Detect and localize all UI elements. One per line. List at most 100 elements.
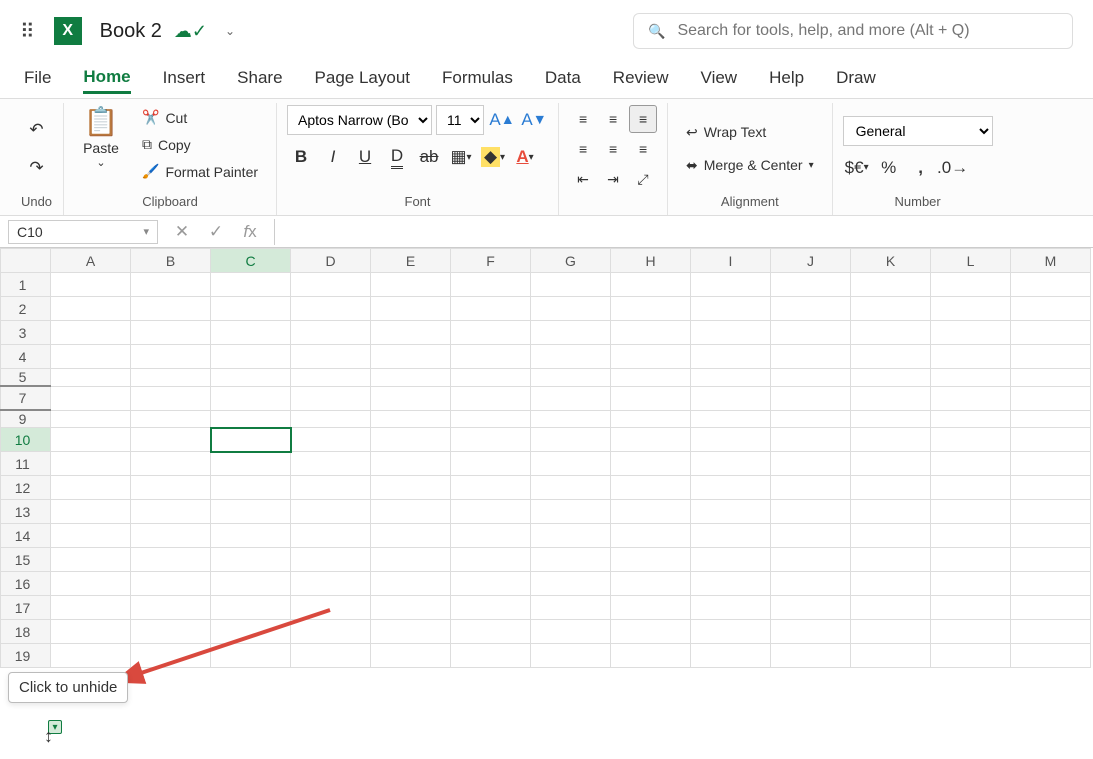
align-top-button[interactable]: ≡ bbox=[569, 105, 597, 133]
tab-share[interactable]: Share bbox=[237, 68, 282, 92]
cell-L19[interactable] bbox=[931, 644, 1011, 668]
cell-D10[interactable] bbox=[291, 428, 371, 452]
cell-B3[interactable] bbox=[131, 321, 211, 345]
cell-L15[interactable] bbox=[931, 548, 1011, 572]
col-header-J[interactable]: J bbox=[771, 249, 851, 273]
cell-L11[interactable] bbox=[931, 452, 1011, 476]
cell-C18[interactable] bbox=[211, 620, 291, 644]
cell-E7[interactable] bbox=[371, 386, 451, 410]
cell-G1[interactable] bbox=[531, 273, 611, 297]
cell-J19[interactable] bbox=[771, 644, 851, 668]
double-underline-button[interactable]: D bbox=[383, 143, 411, 171]
row-header-15[interactable]: 15 bbox=[1, 548, 51, 572]
cell-F4[interactable] bbox=[451, 345, 531, 369]
cell-A2[interactable] bbox=[51, 297, 131, 321]
cell-J1[interactable] bbox=[771, 273, 851, 297]
cell-E1[interactable] bbox=[371, 273, 451, 297]
cell-H5[interactable] bbox=[611, 369, 691, 387]
bold-button[interactable]: B bbox=[287, 143, 315, 171]
row-header-7[interactable]: 7 bbox=[1, 386, 51, 410]
cell-E13[interactable] bbox=[371, 500, 451, 524]
row-header-4[interactable]: 4 bbox=[1, 345, 51, 369]
cell-K18[interactable] bbox=[851, 620, 931, 644]
cell-D19[interactable] bbox=[291, 644, 371, 668]
align-middle-button[interactable]: ≡ bbox=[599, 105, 627, 133]
cell-D1[interactable] bbox=[291, 273, 371, 297]
col-header-G[interactable]: G bbox=[531, 249, 611, 273]
currency-button[interactable]: $€▾ bbox=[843, 154, 871, 182]
cell-D15[interactable] bbox=[291, 548, 371, 572]
cell-D2[interactable] bbox=[291, 297, 371, 321]
row-header-19[interactable]: 19 bbox=[1, 644, 51, 668]
cell-E2[interactable] bbox=[371, 297, 451, 321]
cell-F9[interactable] bbox=[451, 410, 531, 428]
name-box[interactable]: C10 ▾ bbox=[8, 220, 158, 244]
merge-center-button[interactable]: ⬌Merge & Center▾ bbox=[678, 153, 822, 178]
cell-B5[interactable] bbox=[131, 369, 211, 387]
cell-D13[interactable] bbox=[291, 500, 371, 524]
col-header-H[interactable]: H bbox=[611, 249, 691, 273]
cell-H7[interactable] bbox=[611, 386, 691, 410]
app-launcher-icon[interactable]: ⠿ bbox=[20, 19, 36, 44]
cell-M17[interactable] bbox=[1011, 596, 1091, 620]
cell-M5[interactable] bbox=[1011, 369, 1091, 387]
cell-I14[interactable] bbox=[691, 524, 771, 548]
enter-formula-button[interactable]: ✓ bbox=[202, 218, 230, 246]
cell-C16[interactable] bbox=[211, 572, 291, 596]
col-header-I[interactable]: I bbox=[691, 249, 771, 273]
font-name-select[interactable]: Aptos Narrow (Bo… bbox=[287, 105, 432, 135]
cancel-formula-button[interactable]: ✕ bbox=[168, 218, 196, 246]
cell-A17[interactable] bbox=[51, 596, 131, 620]
cell-A3[interactable] bbox=[51, 321, 131, 345]
wrap-text-button[interactable]: ↩Wrap Text bbox=[678, 120, 774, 145]
col-header-F[interactable]: F bbox=[451, 249, 531, 273]
cell-B13[interactable] bbox=[131, 500, 211, 524]
cell-I1[interactable] bbox=[691, 273, 771, 297]
cell-D7[interactable] bbox=[291, 386, 371, 410]
cell-E3[interactable] bbox=[371, 321, 451, 345]
cell-L5[interactable] bbox=[931, 369, 1011, 387]
format-painter-button[interactable]: 🖌️Format Painter bbox=[134, 159, 266, 184]
tab-draw[interactable]: Draw bbox=[836, 68, 876, 92]
tab-page-layout[interactable]: Page Layout bbox=[315, 68, 410, 92]
cell-F17[interactable] bbox=[451, 596, 531, 620]
border-button[interactable]: ▦▾ bbox=[447, 143, 475, 171]
cell-A18[interactable] bbox=[51, 620, 131, 644]
cell-L13[interactable] bbox=[931, 500, 1011, 524]
col-header-M[interactable]: M bbox=[1011, 249, 1091, 273]
tab-file[interactable]: File bbox=[24, 68, 51, 92]
row-header-13[interactable]: 13 bbox=[1, 500, 51, 524]
cell-A12[interactable] bbox=[51, 476, 131, 500]
cell-M14[interactable] bbox=[1011, 524, 1091, 548]
row-header-18[interactable]: 18 bbox=[1, 620, 51, 644]
col-header-B[interactable]: B bbox=[131, 249, 211, 273]
cell-K3[interactable] bbox=[851, 321, 931, 345]
col-header-E[interactable]: E bbox=[371, 249, 451, 273]
font-size-select[interactable]: 11 bbox=[436, 105, 484, 135]
cell-M2[interactable] bbox=[1011, 297, 1091, 321]
cell-G16[interactable] bbox=[531, 572, 611, 596]
number-format-select[interactable]: General bbox=[843, 116, 993, 146]
cell-E17[interactable] bbox=[371, 596, 451, 620]
cell-I16[interactable] bbox=[691, 572, 771, 596]
cell-H10[interactable] bbox=[611, 428, 691, 452]
cell-J3[interactable] bbox=[771, 321, 851, 345]
tab-insert[interactable]: Insert bbox=[163, 68, 206, 92]
cell-E18[interactable] bbox=[371, 620, 451, 644]
cell-D18[interactable] bbox=[291, 620, 371, 644]
cell-E14[interactable] bbox=[371, 524, 451, 548]
cell-H13[interactable] bbox=[611, 500, 691, 524]
cell-G5[interactable] bbox=[531, 369, 611, 387]
cell-E9[interactable] bbox=[371, 410, 451, 428]
cell-A9[interactable] bbox=[51, 410, 131, 428]
cell-I9[interactable] bbox=[691, 410, 771, 428]
cell-L14[interactable] bbox=[931, 524, 1011, 548]
cell-H11[interactable] bbox=[611, 452, 691, 476]
row-header-11[interactable]: 11 bbox=[1, 452, 51, 476]
cell-M11[interactable] bbox=[1011, 452, 1091, 476]
cell-H4[interactable] bbox=[611, 345, 691, 369]
row-header-17[interactable]: 17 bbox=[1, 596, 51, 620]
row-header-14[interactable]: 14 bbox=[1, 524, 51, 548]
document-title[interactable]: Book 2 bbox=[100, 20, 162, 43]
cell-J4[interactable] bbox=[771, 345, 851, 369]
